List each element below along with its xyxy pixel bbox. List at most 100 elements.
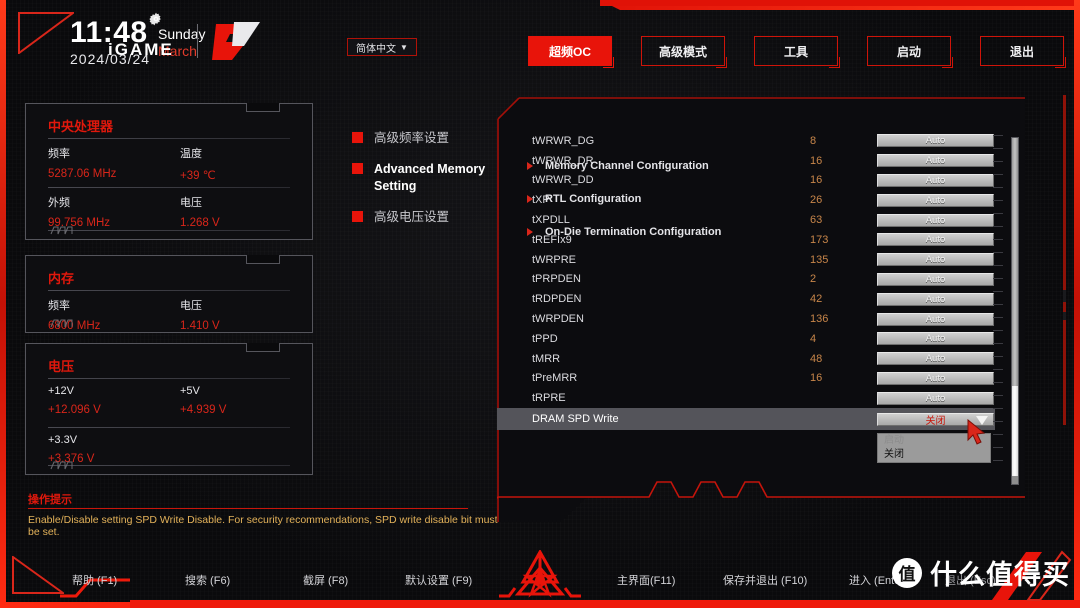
cpu-temp-value: +39 ℃: [180, 170, 216, 182]
row-value: 48: [810, 352, 823, 365]
tab-label: 工具: [783, 44, 808, 59]
shortcut-defaults[interactable]: 默认设置 (F9): [405, 572, 472, 588]
row-control[interactable]: Auto: [877, 371, 994, 385]
submenu-list: Memory Channel Configuration RTL Configu…: [497, 156, 721, 255]
tab-boot[interactable]: 启动: [867, 36, 953, 68]
row-value: 16: [810, 174, 823, 187]
submenu-item-memory-channel[interactable]: Memory Channel Configuration: [497, 156, 721, 176]
mem-freq-label: 频率: [48, 300, 70, 312]
cpu-volt-value: 1.268 V: [180, 217, 220, 229]
scrollbar-thumb[interactable]: [1012, 386, 1018, 478]
shortcut-screenshot[interactable]: 截屏 (F8): [303, 572, 348, 588]
shortcut-save-exit[interactable]: 保存并退出 (F10): [723, 572, 807, 588]
panel-squiggle-decoration: [50, 461, 73, 470]
row-label: DRAM SPD Write: [532, 413, 619, 426]
shortcut-help[interactable]: 帮助 (F1): [72, 572, 117, 588]
brand-name: iGAME: [108, 40, 174, 59]
row-control[interactable]: Auto: [877, 272, 994, 286]
panel-rule: [48, 378, 290, 379]
header-bar: 11:48 2024/03/24 Sunday March iGAME 简体中文: [0, 10, 1080, 82]
submenu-label: Memory Channel Configuration: [545, 160, 709, 172]
table-row-selected[interactable]: DRAM SPD Write 关闭: [497, 408, 995, 431]
row-control[interactable]: Auto: [877, 193, 994, 207]
row-control[interactable]: Auto: [877, 134, 994, 148]
menu-item-advanced-frequency[interactable]: 高级频率设置: [352, 130, 502, 147]
hint-rule: [28, 508, 468, 509]
shortcut-main-screen[interactable]: 主界面(F11): [617, 572, 675, 588]
row-label: tRPRE: [532, 392, 566, 405]
row-control[interactable]: Auto: [877, 213, 994, 227]
tab-advanced-mode[interactable]: 高级模式: [641, 36, 727, 68]
shortcut-search[interactable]: 搜索 (F6): [185, 572, 230, 588]
watermark-text: 什么值得买: [930, 560, 1070, 590]
arrow-right-icon: [527, 228, 533, 236]
row-control[interactable]: Auto: [877, 233, 994, 247]
menu-item-label: 高级电压设置: [374, 209, 450, 224]
bullet-square-icon: [352, 132, 363, 143]
row-label: tPRPDEN: [532, 273, 581, 286]
row-value: 63: [810, 214, 823, 227]
row-control[interactable]: Auto: [877, 352, 994, 366]
table-row[interactable]: tMRR 48 Auto: [497, 349, 995, 369]
table-row[interactable]: tWRPDEN 136 Auto: [497, 309, 995, 329]
panel-notch: [246, 255, 280, 264]
menu-item-advanced-voltage[interactable]: 高级电压设置: [352, 209, 502, 226]
row-control[interactable]: Auto: [877, 173, 994, 187]
tab-label: 高级模式: [658, 44, 707, 59]
tab-label: 超频OC: [548, 44, 591, 59]
table-row[interactable]: tWRWR_DG 8 Auto: [497, 131, 995, 151]
memory-panel-title: 内存: [48, 271, 75, 286]
scrollbar-track[interactable]: [1012, 138, 1018, 386]
tab-exit[interactable]: 退出: [980, 36, 1066, 68]
cpu-temp-label: 温度: [180, 148, 202, 160]
row-control[interactable]: Auto: [877, 312, 994, 326]
row-label: tWRWR_DG: [532, 134, 595, 147]
table-row[interactable]: tRPRE Auto: [497, 388, 995, 408]
scrollbar-foot[interactable]: [1012, 476, 1018, 484]
row-control[interactable]: Auto: [877, 332, 994, 346]
row-label: tMRR: [532, 352, 561, 365]
settings-scrollbar[interactable]: [1011, 137, 1019, 485]
cpu-freq-value: 5287.06 MHz: [48, 168, 117, 180]
section-menu: 高级频率设置 Advanced Memory Setting 高级电压设置: [352, 130, 502, 240]
table-row[interactable]: tRDPDEN 42 Auto: [497, 289, 995, 309]
table-row[interactable]: tPreMRR 16 Auto: [497, 369, 995, 389]
tab-oc[interactable]: 超频OC: [528, 36, 614, 68]
dropdown-option-disabled[interactable]: 关闭: [878, 448, 990, 462]
submenu-item-rtl-config[interactable]: RTL Configuration: [497, 189, 721, 209]
row-value: 135: [810, 253, 829, 266]
bullet-square-icon: [352, 210, 363, 222]
arrow-right-icon: [527, 162, 533, 170]
table-row[interactable]: tPPD 4 Auto: [497, 329, 995, 349]
row-value: 4: [810, 332, 817, 345]
row-control[interactable]: Auto: [877, 391, 994, 405]
v33-label: +3.3V: [48, 434, 78, 446]
submenu-item-odt-config[interactable]: On-Die Termination Configuration: [497, 222, 721, 242]
panel-rule: [48, 290, 290, 291]
submenu-label: RTL Configuration: [545, 193, 642, 205]
row-control[interactable]: Auto: [877, 154, 994, 168]
arrow-right-icon: [527, 195, 533, 203]
tick-marks-decoration: [993, 135, 1003, 487]
frame-right-inner-gap-1: [1063, 290, 1066, 302]
row-value: 16: [810, 372, 823, 385]
menu-item-advanced-memory[interactable]: Advanced Memory Setting: [352, 161, 502, 195]
row-label: tRDPDEN: [532, 293, 582, 306]
mem-volt-label: 电压: [180, 300, 202, 312]
menu-item-label: Advanced Memory Setting: [374, 161, 486, 193]
hint-title: 操作提示: [28, 494, 72, 506]
table-row[interactable]: tPRPDEN 2 Auto: [497, 270, 995, 290]
tab-tools[interactable]: 工具: [754, 36, 840, 68]
panel-rule: [48, 138, 290, 139]
v12-value: +12.096 V: [48, 404, 101, 416]
language-selector[interactable]: 简体中文 ▼: [347, 38, 417, 56]
row-value: 42: [810, 293, 823, 306]
hint-text: Enable/Disable setting SPD Write Disable…: [28, 514, 498, 538]
bios-screen: 11:48 2024/03/24 Sunday March iGAME 简体中文: [0, 0, 1080, 608]
row-control[interactable]: Auto: [877, 292, 994, 306]
row-control[interactable]: Auto: [877, 253, 994, 267]
frame-right-inner-line: [1063, 95, 1066, 425]
row-value: 16: [810, 154, 823, 167]
language-value: 简体中文: [356, 43, 397, 55]
frame-left-accent: [0, 0, 6, 608]
